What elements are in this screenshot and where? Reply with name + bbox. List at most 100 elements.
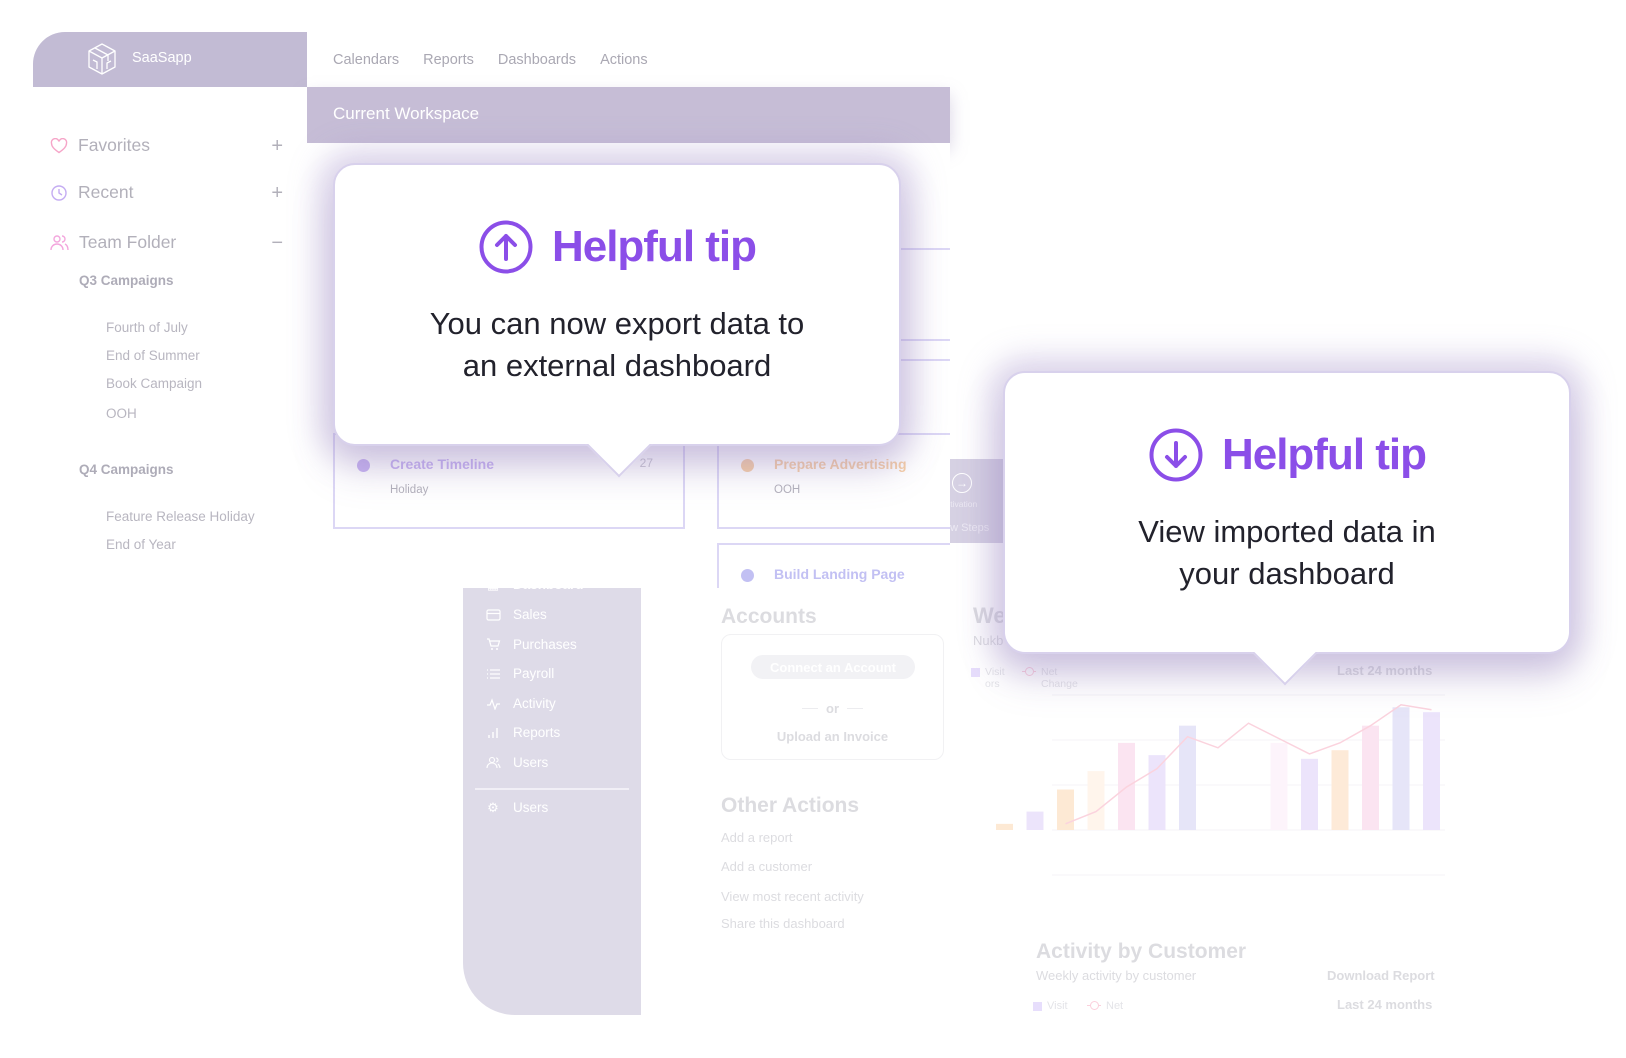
nav-label: Payroll xyxy=(513,666,555,681)
group-q3-campaigns[interactable]: Q3 Campaigns xyxy=(79,273,174,288)
list-icon xyxy=(485,667,501,681)
nav-reports[interactable]: Reports xyxy=(423,52,474,68)
upload-invoice-link[interactable]: Upload an Invoice xyxy=(722,729,943,744)
share-dashboard-link[interactable]: Share this dashboard xyxy=(721,916,845,931)
or-divider: or xyxy=(722,701,943,716)
workspace-header: Current Workspace xyxy=(307,87,950,143)
task-subtitle: OOH xyxy=(774,484,801,496)
other-actions-heading: Other Actions xyxy=(721,794,860,817)
task-date: 27 xyxy=(639,456,653,470)
nav-actions[interactable]: Actions xyxy=(600,52,648,68)
nav-item-activity[interactable]: Activity xyxy=(485,696,556,711)
nav-dashboards[interactable]: Dashboards xyxy=(498,52,576,68)
bar-visitors xyxy=(1087,771,1105,830)
users-icon xyxy=(50,235,69,251)
steps-tab-label: ctivation xyxy=(950,499,978,509)
nav-calendars[interactable]: Calendars xyxy=(333,52,399,68)
nav-item-reports[interactable]: Reports xyxy=(485,725,560,740)
activity-subtitle: Weekly activity by customer xyxy=(1036,968,1197,983)
helpful-tip-export: Helpful tip You can now export data to a… xyxy=(333,163,901,478)
campaign-item[interactable]: End of Summer xyxy=(106,348,200,363)
arrow-right-circle-icon: → xyxy=(952,473,972,493)
steps-tab-link: ew Steps xyxy=(950,522,990,534)
helpful-tip-import: Helpful tip View imported data in your d… xyxy=(1003,371,1571,686)
bar-visitors xyxy=(1057,789,1074,830)
add-report-link[interactable]: Add a report xyxy=(721,830,793,845)
tooltip-title: Helpful tip xyxy=(551,222,757,271)
nav-item-settings-users[interactable]: ⚙ Users xyxy=(485,799,549,816)
nav-label: Sales xyxy=(513,607,547,622)
task-title: Build Landing Page xyxy=(774,566,905,582)
add-recent-button[interactable]: + xyxy=(271,183,283,203)
tooltip-body: You can now export data to an external d… xyxy=(429,306,805,383)
bar-visitors xyxy=(1423,712,1440,830)
sidebar-item-recent[interactable]: Recent + xyxy=(50,182,283,203)
workspace-title: Current Workspace xyxy=(333,104,480,123)
bar-chart-icon xyxy=(485,726,501,740)
status-dot xyxy=(741,569,754,582)
arrow-up-circle-icon xyxy=(479,220,533,274)
add-customer-link[interactable]: Add a customer xyxy=(721,859,812,874)
bar-visitors xyxy=(1331,750,1349,830)
nav-label: Users xyxy=(513,755,549,770)
collapse-team-folder-button[interactable]: − xyxy=(271,233,283,253)
view-activity-link[interactable]: View most recent activity xyxy=(721,889,864,904)
card-icon xyxy=(485,608,501,622)
cube-logo-icon xyxy=(88,43,116,75)
accounts-panel: Connect an Account or Upload an Invoice xyxy=(721,634,944,760)
activity-legend-visit: Visit xyxy=(1033,1000,1068,1012)
bar-visitors xyxy=(1026,811,1044,830)
gear-icon: ⚙ xyxy=(487,799,499,815)
bar-visitors xyxy=(1392,707,1410,830)
sidebar-item-team-folder[interactable]: Team Folder − xyxy=(50,232,283,253)
brand-bar: SaaSapp xyxy=(33,32,307,87)
status-dot xyxy=(741,459,754,472)
sidebar-item-favorites[interactable]: Favorites + xyxy=(50,135,283,156)
nav-item-purchases[interactable]: Purchases xyxy=(485,637,577,652)
task-card-build-landing-page[interactable]: Build Landing Page xyxy=(717,543,950,588)
tooltip-header: Helpful tip xyxy=(335,219,899,275)
download-report-link[interactable]: Download Report xyxy=(1327,968,1435,983)
activity-range-label: Last 24 months xyxy=(1337,997,1433,1012)
secondary-sidebar: ▦ Dashboard Sales Purchases Payroll Acti… xyxy=(463,577,641,1015)
campaign-item[interactable]: Book Campaign xyxy=(106,376,202,391)
or-label: or xyxy=(826,701,839,716)
users-icon xyxy=(485,756,501,770)
connect-account-button[interactable]: Connect an Account xyxy=(751,655,915,679)
nav-item-payroll[interactable]: Payroll xyxy=(485,666,554,681)
campaign-item[interactable]: OOH xyxy=(106,406,137,421)
cart-icon xyxy=(485,638,501,652)
bar-visitors xyxy=(1270,742,1288,830)
nav-label: Reports xyxy=(513,725,561,740)
tooltip-header: Helpful tip xyxy=(1005,427,1569,483)
tooltip-body: View imported data in your dashboard xyxy=(1138,514,1436,591)
nav-label: Users xyxy=(513,800,549,815)
nav-item-sales[interactable]: Sales xyxy=(485,607,547,622)
arrow-down-circle-icon xyxy=(1149,428,1203,482)
clock-icon xyxy=(51,184,67,201)
bar-visitors xyxy=(1301,758,1318,830)
activity-legend-net: Net xyxy=(1087,1000,1123,1012)
new-steps-tab[interactable]: → ctivation ew Steps xyxy=(950,459,1010,543)
task-title: Prepare Advertising xyxy=(774,456,907,472)
pulse-icon xyxy=(485,697,501,711)
campaign-item[interactable]: Fourth of July xyxy=(106,320,188,335)
add-favorite-button[interactable]: + xyxy=(271,136,283,156)
tooltip-title: Helpful tip xyxy=(1221,430,1427,479)
status-dot xyxy=(357,459,370,472)
bar-visitors xyxy=(1148,755,1166,830)
bar-visitors xyxy=(1179,725,1196,830)
bar-visitors xyxy=(996,823,1013,830)
top-navigation: Calendars Reports Dashboards Actions xyxy=(307,32,950,87)
nav-item-users[interactable]: Users xyxy=(485,755,548,770)
heart-icon xyxy=(50,137,68,153)
nav-label: Purchases xyxy=(513,637,577,652)
campaign-item[interactable]: End of Year xyxy=(106,537,176,552)
task-subtitle: Holiday xyxy=(390,484,429,496)
group-q4-campaigns[interactable]: Q4 Campaigns xyxy=(79,462,174,477)
bar-visitors xyxy=(1362,725,1379,830)
nav-label: Activity xyxy=(513,696,556,711)
brand-name: SaaSapp xyxy=(132,50,192,66)
task-card-prepare-advertising[interactable]: Prepare Advertising OOH xyxy=(717,433,950,529)
campaign-item[interactable]: Feature Release Holiday xyxy=(106,509,255,524)
